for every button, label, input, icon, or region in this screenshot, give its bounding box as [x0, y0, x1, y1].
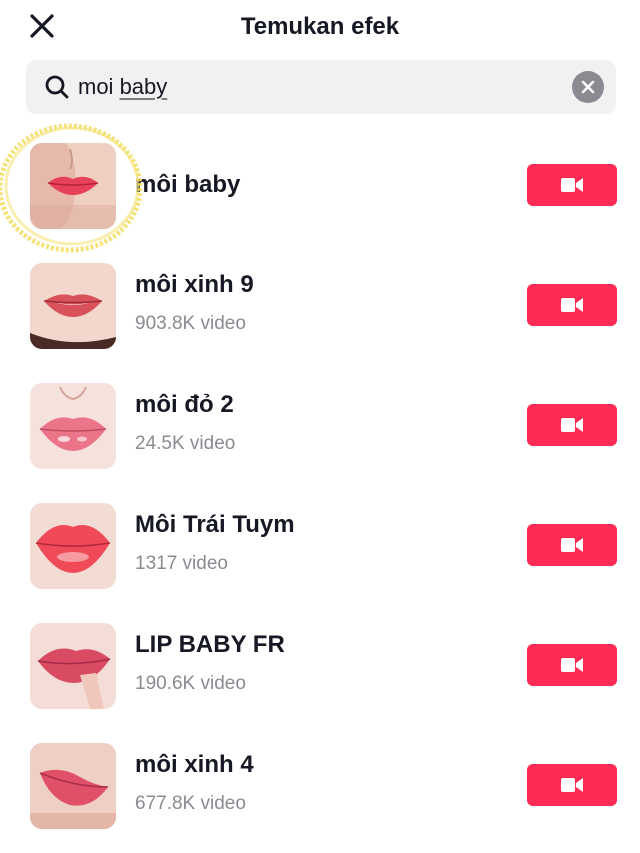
- effect-thumbnail[interactable]: [30, 383, 116, 469]
- effects-list: môi baby môi xinh 9 903.8K video môi đỏ …: [0, 120, 640, 840]
- effect-video-count: 677.8K video: [135, 793, 246, 814]
- effect-video-count: 190.6K video: [135, 673, 246, 694]
- record-button[interactable]: [527, 164, 617, 206]
- record-button[interactable]: [527, 524, 617, 566]
- effect-row[interactable]: môi baby: [0, 120, 640, 240]
- effect-name: môi xinh 4: [135, 751, 254, 778]
- video-camera-icon: [561, 178, 583, 192]
- record-button[interactable]: [527, 284, 617, 326]
- effect-row[interactable]: LIP BABY FR 190.6K video: [0, 600, 640, 720]
- effect-thumbnail[interactable]: [30, 143, 116, 229]
- clear-icon[interactable]: [572, 71, 604, 103]
- effect-row[interactable]: môi đỏ 2 24.5K video: [0, 360, 640, 480]
- record-button[interactable]: [527, 644, 617, 686]
- record-button[interactable]: [527, 404, 617, 446]
- effect-video-count: 24.5K video: [135, 433, 236, 454]
- video-camera-icon: [561, 298, 583, 312]
- search-input[interactable]: moi baby: [78, 73, 167, 101]
- video-camera-icon: [561, 778, 583, 792]
- video-camera-icon: [561, 658, 583, 672]
- video-camera-icon: [561, 418, 583, 432]
- effect-video-count: 1317 video: [135, 553, 228, 574]
- effect-thumbnail[interactable]: [30, 743, 116, 829]
- effect-thumbnail[interactable]: [30, 503, 116, 589]
- record-button[interactable]: [527, 764, 617, 806]
- search-query-spellcheck-word: baby: [119, 74, 168, 99]
- effect-name: môi baby: [135, 171, 241, 198]
- effect-name: môi xinh 9: [135, 271, 254, 298]
- effect-row[interactable]: môi xinh 9 903.8K video: [0, 240, 640, 360]
- effect-thumbnail[interactable]: [30, 623, 116, 709]
- effect-thumbnail[interactable]: [30, 263, 116, 349]
- effect-row[interactable]: Môi Trái Tuym 1317 video: [0, 480, 640, 600]
- search-query-text: moi: [78, 74, 120, 99]
- effect-name: Môi Trái Tuym: [135, 511, 295, 538]
- header-bar: Temukan efek: [0, 0, 640, 56]
- effect-name: LIP BABY FR: [135, 631, 285, 658]
- search-icon: [44, 74, 70, 100]
- effect-video-count: 903.8K video: [135, 313, 246, 334]
- page-title: Temukan efek: [240, 13, 400, 40]
- effect-name: môi đỏ 2: [135, 391, 234, 418]
- effect-row[interactable]: môi xinh 4 677.8K video: [0, 720, 640, 840]
- video-camera-icon: [561, 538, 583, 552]
- search-bar[interactable]: moi baby: [26, 60, 616, 114]
